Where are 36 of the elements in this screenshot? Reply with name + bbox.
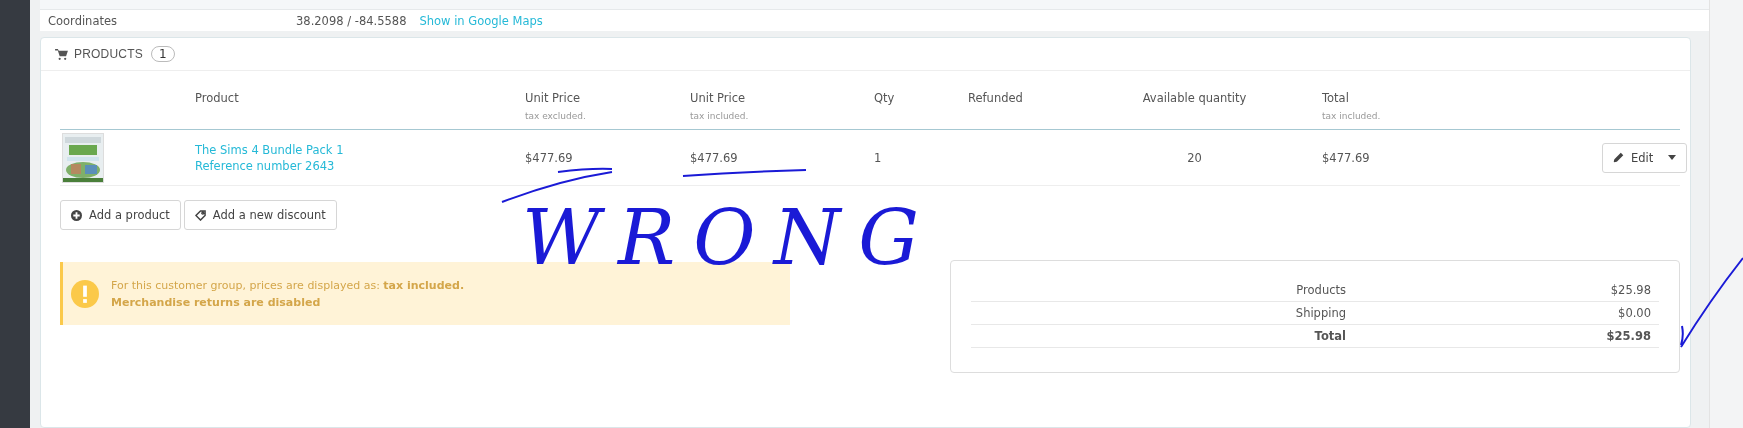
totals-value: $25.98 xyxy=(1609,283,1652,298)
add-product-button[interactable]: Add a product xyxy=(60,200,181,231)
tag-icon xyxy=(194,209,206,221)
coordinates-label: Coordinates xyxy=(48,13,119,28)
alert-text: For this customer group, prices are displayed as: tax included. xyxy=(111,278,465,292)
pencil-icon xyxy=(1613,152,1624,164)
table-cell: $477.69 xyxy=(1322,150,1370,165)
column-header: Qty xyxy=(874,91,896,106)
column-header: Available quantity xyxy=(1142,91,1247,106)
totals-label: Total xyxy=(1313,329,1346,344)
warning-icon xyxy=(71,279,99,308)
column-header: Product xyxy=(195,91,240,106)
totals-label: Shipping xyxy=(1294,306,1346,321)
column-note: tax included. xyxy=(690,111,750,122)
coordinates-value: 38.2098 / -84.5588 xyxy=(296,13,407,28)
totals-value: $25.98 xyxy=(1605,329,1652,344)
plus-circle-icon xyxy=(71,209,82,221)
column-note: tax excluded. xyxy=(525,111,587,122)
caret-icon xyxy=(1668,155,1677,161)
table-cell: $477.69 xyxy=(690,150,738,165)
alert-note: Merchandise returns are disabled xyxy=(111,295,322,309)
column-note: tax included. xyxy=(1322,111,1382,122)
edit-button[interactable]: Edit xyxy=(1602,142,1688,173)
totals-value: $0.00 xyxy=(1617,306,1652,321)
totals-label: Products xyxy=(1295,283,1346,298)
column-header: Unit Price xyxy=(525,91,582,106)
table-cell: 1 xyxy=(874,150,882,165)
cart-icon xyxy=(55,48,68,60)
table-cell: $477.69 xyxy=(525,150,573,165)
panel-title: PRODUCTS xyxy=(74,47,143,62)
add-discount-button[interactable]: Add a new discount xyxy=(183,200,337,231)
column-header: Refunded xyxy=(968,91,1024,106)
handwritten-note: WRONG xyxy=(522,200,937,276)
column-header: Total xyxy=(1322,91,1350,106)
column-header: Unit Price xyxy=(690,91,747,106)
table-cell: 20 xyxy=(1187,150,1202,165)
